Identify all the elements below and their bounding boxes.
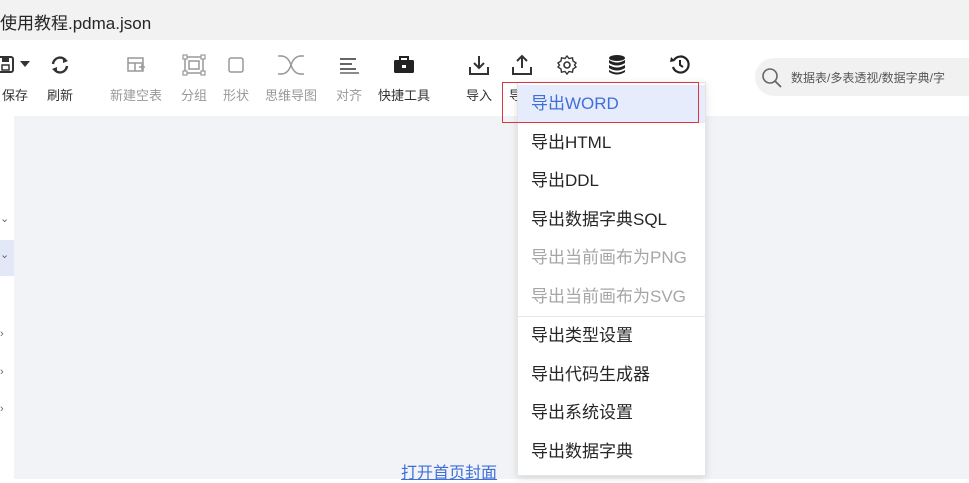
export-type-settings-item[interactable]: 导出类型设置	[518, 317, 705, 355]
chevron-icon[interactable]: ⌄	[0, 213, 9, 225]
chevron-icon[interactable]: ›	[0, 328, 4, 340]
database-icon	[604, 52, 630, 78]
mindmap-button[interactable]: 思维导图	[265, 52, 317, 104]
export-system-settings-item[interactable]: 导出系统设置	[518, 394, 705, 432]
table-add-icon	[123, 52, 149, 78]
export-data-dictionary-item[interactable]: 导出数据字典	[518, 433, 705, 471]
export-html-item[interactable]: 导出HTML	[518, 124, 705, 162]
import-label: 导入	[466, 88, 493, 103]
refresh-icon	[47, 52, 73, 78]
open-cover-link[interactable]: 打开首页封面	[401, 459, 497, 483]
new-table-label: 新建空表	[110, 88, 163, 103]
mindmap-label: 思维导图	[265, 88, 318, 103]
save-icon	[0, 52, 38, 78]
shape-square-icon	[223, 52, 249, 78]
chevron-icon[interactable]: ›	[0, 366, 4, 378]
search-placeholder: 数据表/多表透视/数据字典/字	[791, 71, 946, 85]
save-label: 保存	[1, 88, 28, 103]
toolbox-icon	[391, 52, 417, 78]
settings-button[interactable]	[554, 52, 580, 78]
align-label: 对齐	[336, 88, 363, 103]
export-ddl-item[interactable]: 导出DDL	[518, 162, 705, 200]
toolbar: 保存 刷新 新建空表 分组 形状 思维导图 对齐 快捷工具 导入 导 数据表/多…	[0, 40, 969, 116]
quick-tools-label: 快捷工具	[378, 88, 431, 103]
canvas-area	[14, 116, 969, 479]
group-icon	[181, 52, 207, 78]
history-button[interactable]	[667, 52, 693, 78]
database-button[interactable]	[604, 52, 630, 78]
group-button[interactable]: 分组	[181, 52, 207, 104]
export-png-item: 导出当前画布为PNG	[531, 248, 687, 267]
align-button[interactable]: 对齐	[336, 52, 362, 104]
export-svg-item: 导出当前画布为SVG	[531, 287, 686, 306]
mindmap-icon	[278, 52, 304, 78]
title-bar: 使用教程.pdma.json	[0, 0, 969, 40]
align-icon	[336, 52, 362, 78]
history-icon	[667, 52, 693, 78]
shape-button[interactable]: 形状	[223, 52, 249, 104]
save-button[interactable]: 保存	[0, 52, 38, 104]
search-input[interactable]: 数据表/多表透视/数据字典/字	[755, 58, 969, 96]
new-table-button[interactable]: 新建空表	[110, 52, 162, 104]
chevron-icon[interactable]: ⌄	[0, 249, 9, 261]
search-icon	[761, 67, 783, 94]
chevron-icon[interactable]: ›	[0, 403, 4, 415]
refresh-button[interactable]: 刷新	[47, 52, 73, 104]
import-button[interactable]: 导入	[466, 52, 492, 104]
window-title: 使用教程.pdma.json	[0, 14, 152, 33]
left-sidebar-strip: ⌄ ⌄ › › ›	[0, 116, 14, 479]
export-dropdown-menu: 导出WORD 导出HTML 导出DDL 导出数据字典SQL 导出当前画布为PNG…	[517, 82, 706, 476]
export-icon	[509, 52, 535, 78]
shape-label: 形状	[223, 88, 250, 103]
refresh-label: 刷新	[47, 88, 74, 103]
export-code-generator-item[interactable]: 导出代码生成器	[518, 356, 705, 394]
export-dict-sql-item[interactable]: 导出数据字典SQL	[518, 201, 705, 239]
export-word-item[interactable]: 导出WORD	[518, 85, 705, 123]
import-icon	[466, 52, 492, 78]
group-label: 分组	[181, 88, 208, 103]
gear-icon	[554, 52, 580, 78]
quick-tools-button[interactable]: 快捷工具	[378, 52, 430, 104]
